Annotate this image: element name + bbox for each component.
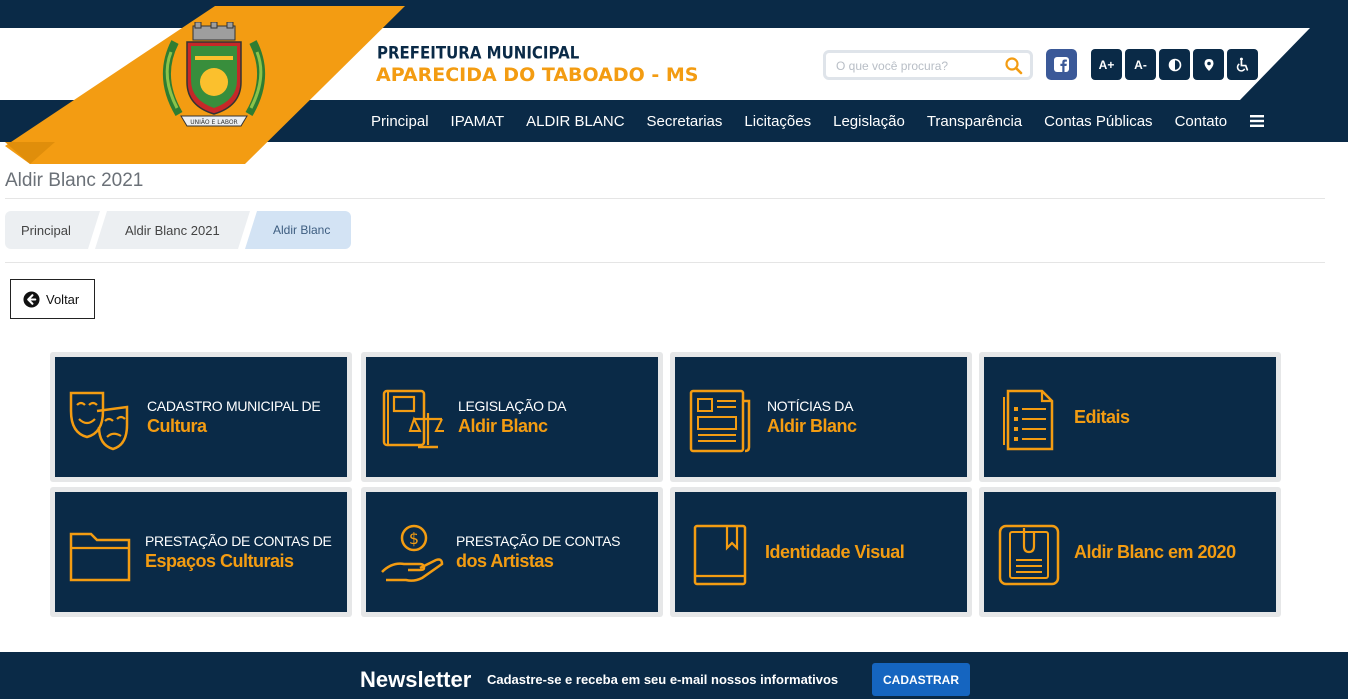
card-line2: dos Artistas (456, 550, 554, 571)
breadcrumb: Principal Aldir Blanc 2021 Aldir Blanc (5, 211, 351, 249)
back-button[interactable]: Voltar (10, 279, 95, 319)
arrow-left-circle-icon (23, 290, 40, 308)
nav-item-contas-publicas[interactable]: Contas Públicas (1033, 113, 1163, 130)
svg-text:$: $ (409, 529, 419, 548)
card-line2: Aldir Blanc (767, 415, 857, 436)
brand-subtitle: PREFEITURA MUNICIPAL (377, 43, 580, 63)
nav-item-principal[interactable]: Principal (360, 113, 440, 130)
card-cadastro-cultura[interactable]: CADASTRO MUNICIPAL DE Cultura (50, 352, 352, 482)
card-line1: CADASTRO MUNICIPAL DE (147, 397, 321, 414)
nav-item-secretarias[interactable]: Secretarias (636, 113, 734, 130)
page: UNIÃO E LABOR PREFEITURA MUNICIPAL APARE… (0, 0, 1348, 699)
nav-item-contato[interactable]: Contato (1164, 113, 1239, 130)
card-prestacao-artistas[interactable]: $ PRESTAÇÃO DE CONTAS dos Artistas (361, 487, 663, 617)
newspaper-icon (689, 389, 751, 453)
newsletter-text: Cadastre-se e receba em seu e-mail nosso… (487, 672, 839, 687)
contrast-button[interactable] (1159, 49, 1190, 80)
back-button-label: Voltar (46, 291, 80, 307)
card-line2: Cultura (147, 415, 207, 436)
search-input[interactable] (836, 57, 996, 75)
hamburger-menu-icon[interactable] (1250, 114, 1265, 128)
card-title: Editais (1074, 406, 1130, 427)
card-line1: LEGISLAÇÃO DA (458, 397, 567, 414)
wheelchair-icon (1236, 57, 1249, 72)
bookmark-book-icon (693, 524, 747, 586)
breadcrumb-principal[interactable]: Principal (5, 211, 100, 249)
nav-item-ipamat[interactable]: IPAMAT (440, 113, 516, 130)
card-line2: Espaços Culturais (145, 550, 294, 571)
card-line1: NOTÍCIAS DA (767, 397, 854, 414)
nav-item-legislacao[interactable]: Legislação (822, 113, 916, 130)
accessibility-button[interactable] (1227, 49, 1258, 80)
newsletter-subscribe-button[interactable]: CADASTRAR (872, 663, 970, 696)
card-noticias[interactable]: NOTÍCIAS DA Aldir Blanc (670, 352, 972, 482)
breadcrumb-aldir-blanc-2021[interactable]: Aldir Blanc 2021 (95, 211, 250, 249)
logo-motto: UNIÃO E LABOR (190, 119, 237, 126)
money-hand-icon: $ (381, 524, 444, 582)
nav-item-transparencia[interactable]: Transparência (916, 113, 1033, 130)
contrast-icon (1168, 58, 1181, 71)
search-box (823, 50, 1033, 80)
newsletter-bar: Newsletter Cadastre-se e receba em seu e… (0, 652, 1348, 699)
location-button[interactable] (1193, 49, 1224, 80)
page-title: Aldir Blanc 2021 (5, 170, 144, 191)
increase-font-button[interactable]: A+ (1091, 49, 1122, 80)
decrease-font-button[interactable]: A- (1125, 49, 1156, 80)
card-legislacao[interactable]: LEGISLAÇÃO DA Aldir Blanc (361, 352, 663, 482)
card-line1: PRESTAÇÃO DE CONTAS DE (145, 532, 332, 549)
card-line1: PRESTAÇÃO DE CONTAS (456, 532, 621, 549)
clipboard-icon (998, 524, 1060, 586)
divider (5, 262, 1325, 263)
map-pin-icon (1204, 58, 1213, 71)
nav-item-aldir-blanc[interactable]: ALDIR BLANC (515, 113, 635, 130)
facebook-icon (1054, 57, 1069, 72)
law-book-icon (382, 389, 444, 449)
facebook-button[interactable] (1046, 49, 1077, 80)
nav-item-licitacoes[interactable]: Licitações (733, 113, 822, 130)
newsletter-title: Newsletter (360, 667, 472, 692)
document-list-icon (1003, 389, 1054, 451)
divider (5, 198, 1325, 199)
folder-icon (69, 532, 131, 582)
card-title: Aldir Blanc em 2020 (1074, 541, 1236, 562)
card-title: Identidade Visual (765, 541, 905, 562)
search-icon[interactable] (1004, 56, 1024, 76)
card-line2: Aldir Blanc (458, 415, 548, 436)
card-identidade-visual[interactable]: Identidade Visual (670, 487, 972, 617)
card-prestacao-espacos[interactable]: PRESTAÇÃO DE CONTAS DE Espaços Culturais (50, 487, 352, 617)
breadcrumb-current: Aldir Blanc (245, 211, 351, 249)
main-nav: Principal IPAMAT ALDIR BLANC Secretarias… (360, 100, 1265, 142)
card-aldir-blanc-2020[interactable]: Aldir Blanc em 2020 (979, 487, 1281, 617)
card-editais[interactable]: Editais (979, 352, 1281, 482)
brand-title[interactable]: APARECIDA DO TABOADO - MS (376, 64, 699, 86)
coat-of-arms-logo[interactable]: UNIÃO E LABOR (155, 22, 273, 132)
theater-masks-icon (69, 391, 129, 451)
